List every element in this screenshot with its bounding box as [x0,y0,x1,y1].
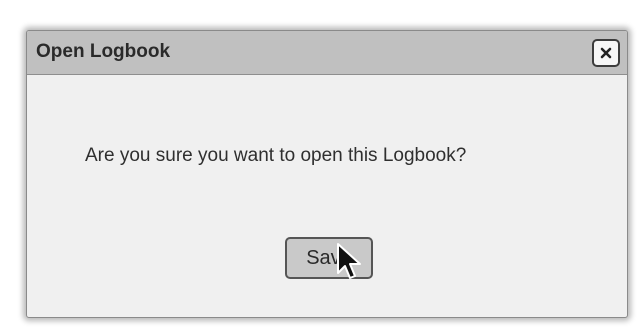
close-icon [600,47,612,59]
confirmation-message: Are you sure you want to open this Logbo… [85,145,467,166]
open-logbook-dialog: Open Logbook Are you sure you want to op… [26,30,628,318]
mouse-pointer-icon [336,242,364,284]
close-button[interactable] [592,39,620,67]
dialog-title: Open Logbook [36,41,171,62]
dialog-titlebar: Open Logbook [27,31,627,75]
